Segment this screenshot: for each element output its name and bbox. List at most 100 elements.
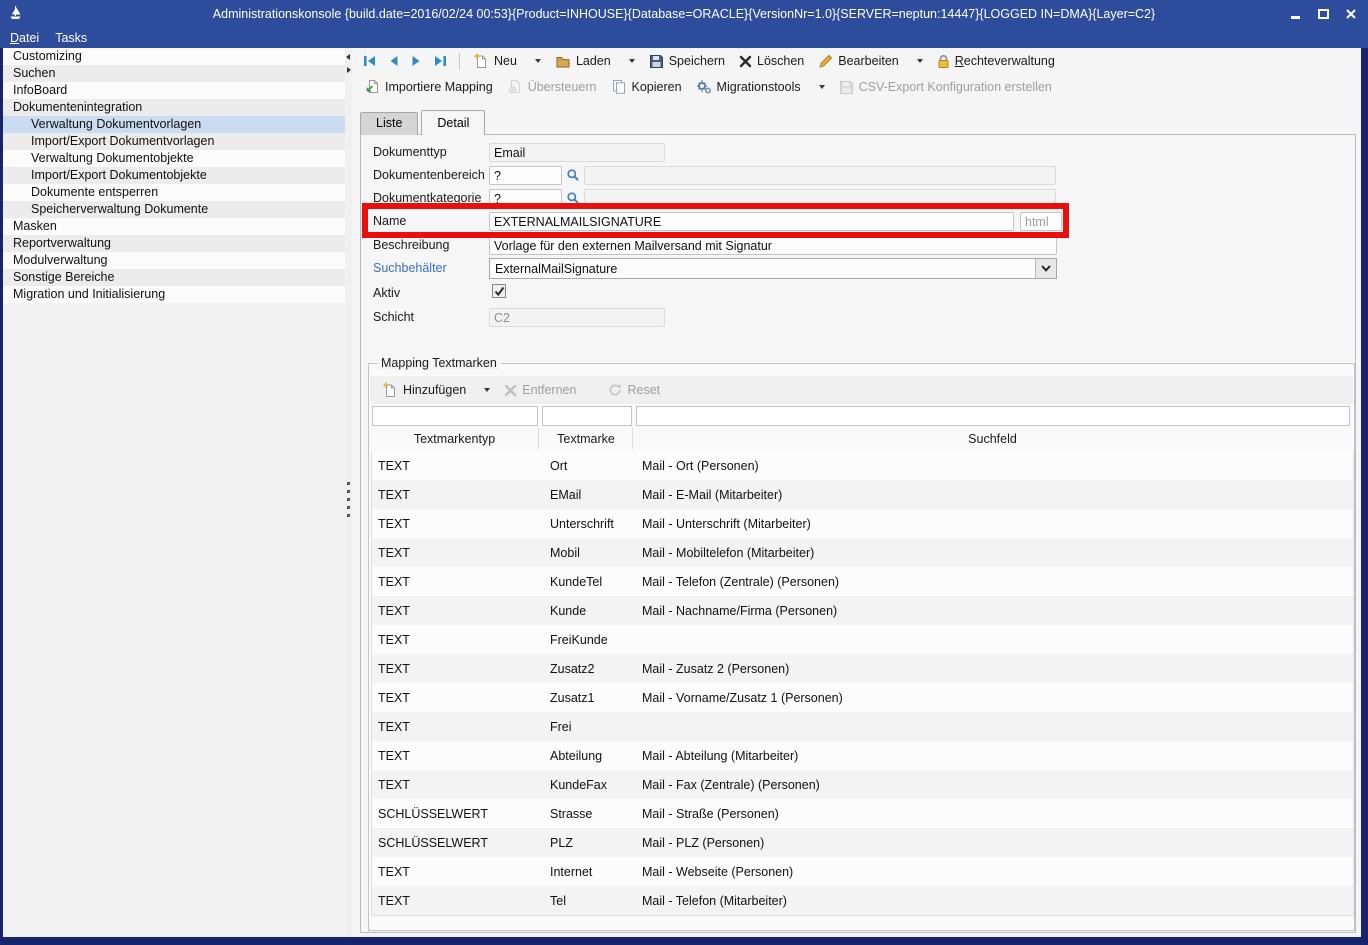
schicht-field (489, 308, 665, 327)
cell-textmarkentyp: TEXT (372, 546, 544, 560)
sidebar-item[interactable]: Dokumente entsperren (3, 184, 345, 201)
cell-suchfeld: Mail - Webseite (Personen) (636, 865, 1353, 879)
chevron-down-icon (819, 85, 825, 89)
sidebar-item[interactable]: Suchen (3, 65, 345, 82)
table-row[interactable]: SCHLÜSSELWERT PLZ Mail - PLZ (Personen) (372, 828, 1353, 857)
dokumentenbereich-search-icon[interactable] (566, 168, 580, 185)
cell-textmarkentyp: TEXT (372, 517, 544, 531)
filter-textmarke-input[interactable] (542, 406, 632, 426)
table-row[interactable]: TEXT Ort Mail - Ort (Personen) (372, 451, 1353, 480)
sidebar-item[interactable]: Import/Export Dokumentobjekte (3, 167, 345, 184)
aktiv-checkbox[interactable] (492, 284, 506, 298)
kopieren-button[interactable]: Kopieren (604, 76, 689, 98)
column-header-suchfeld[interactable]: Suchfeld (634, 428, 1351, 449)
hinzufuegen-dropdown[interactable] (473, 385, 497, 395)
sidebar-item[interactable]: Reportverwaltung (3, 235, 345, 252)
sidebar-item[interactable]: Migration und Initialisierung (3, 286, 345, 303)
table-row[interactable]: TEXT Zusatz1 Mail - Vorname/Zusatz 1 (Pe… (372, 683, 1353, 712)
cell-textmarke: Unterschrift (544, 517, 636, 531)
table-row[interactable]: TEXT Unterschrift Mail - Unterschrift (M… (372, 509, 1353, 538)
bearbeiten-dropdown[interactable] (906, 56, 930, 66)
column-header-textmarke[interactable]: Textmarke (540, 428, 633, 449)
override-document-icon (507, 79, 523, 95)
migrationstools-button[interactable]: Migrationstools (689, 76, 808, 98)
splitter-handle[interactable] (345, 48, 352, 937)
rechteverwaltung-button[interactable]: Rechteverwaltung (930, 51, 1062, 72)
minimize-icon[interactable] (1288, 7, 1302, 21)
beschreibung-field[interactable] (489, 236, 1057, 255)
loeschen-button[interactable]: Löschen (732, 51, 811, 71)
previous-record-icon (387, 54, 400, 68)
cell-textmarkentyp: TEXT (372, 662, 544, 676)
name-field[interactable] (489, 212, 1014, 231)
suchbehaelter-combobox[interactable]: ExternalMailSignature (489, 258, 1057, 279)
close-icon[interactable] (1344, 7, 1358, 21)
sidebar-item[interactable]: Customizing (3, 48, 345, 65)
dokumentkategorie-search-icon[interactable] (566, 191, 580, 208)
table-row[interactable]: TEXT Zusatz2 Mail - Zusatz 2 (Personen) (372, 654, 1353, 683)
neu-dropdown[interactable] (524, 56, 548, 66)
maximize-icon[interactable] (1316, 7, 1330, 21)
speichern-button[interactable]: Speichern (642, 51, 732, 72)
cell-textmarke: Internet (544, 865, 636, 879)
combobox-arrow-button[interactable] (1035, 259, 1056, 278)
sidebar-item[interactable]: Speicherverwaltung Dokumente (3, 201, 345, 218)
neu-button[interactable]: Neu (466, 50, 524, 72)
dokumenttyp-field[interactable] (489, 143, 665, 162)
sidebar-item[interactable]: Dokumentenintegration (3, 99, 345, 116)
reset-refresh-icon (608, 383, 622, 397)
tab-liste[interactable]: Liste (360, 112, 418, 135)
nav-last-button[interactable] (428, 51, 453, 71)
reset-button[interactable]: Reset (601, 380, 667, 400)
migrationstools-dropdown[interactable] (808, 82, 832, 92)
menu-datei[interactable]: Datei (10, 31, 39, 45)
table-row[interactable]: TEXT Internet Mail - Webseite (Personen) (372, 857, 1353, 886)
sidebar-item[interactable]: Masken (3, 218, 345, 235)
table-row[interactable]: TEXT FreiKunde (372, 625, 1353, 654)
uebersteuern-button[interactable]: Übersteuern (500, 76, 604, 98)
bearbeiten-button[interactable]: Bearbeiten (811, 51, 905, 72)
laden-button[interactable]: Laden (548, 51, 618, 72)
cell-textmarke: Mobil (544, 546, 636, 560)
menu-tasks[interactable]: Tasks (55, 31, 87, 45)
filter-textmarkentyp-input[interactable] (372, 406, 538, 426)
cell-suchfeld: Mail - Unterschrift (Mitarbeiter) (636, 517, 1353, 531)
column-header-textmarkentyp[interactable]: Textmarkentyp (371, 428, 539, 449)
collapse-left-icon[interactable] (346, 54, 350, 60)
filter-suchfeld-input[interactable] (636, 406, 1350, 426)
table-row[interactable]: TEXT EMail Mail - E-Mail (Mitarbeiter) (372, 480, 1353, 509)
collapse-right-icon[interactable] (347, 67, 351, 73)
table-row[interactable]: TEXT Frei (372, 712, 1353, 741)
dokumentenbereich-field[interactable] (489, 166, 562, 185)
cell-textmarke: Tel (544, 894, 636, 908)
secondary-toolbar: Importiere Mapping Übersteuern Kopieren (352, 74, 1361, 100)
table-row[interactable]: TEXT Mobil Mail - Mobiltelefon (Mitarbei… (372, 538, 1353, 567)
sidebar-item[interactable]: Import/Export Dokumentvorlagen (3, 133, 345, 150)
remove-x-icon (504, 384, 517, 397)
table-row[interactable]: SCHLÜSSELWERT Strasse Mail - Straße (Per… (372, 799, 1353, 828)
table-row[interactable]: TEXT KundeTel Mail - Telefon (Zentrale) … (372, 567, 1353, 596)
sidebar-item[interactable]: Verwaltung Dokumentobjekte (3, 150, 345, 167)
importiere-mapping-button[interactable]: Importiere Mapping (357, 76, 500, 98)
sidebar-item[interactable]: Modulverwaltung (3, 252, 345, 269)
hinzufuegen-button[interactable]: Hinzufügen (375, 379, 473, 401)
laden-dropdown[interactable] (618, 56, 642, 66)
nav-first-button[interactable] (357, 51, 382, 71)
sidebar-item[interactable]: Sonstige Bereiche (3, 269, 345, 286)
csv-export-button[interactable]: CSV-Export Konfiguration erstellen (832, 77, 1059, 98)
cell-textmarkentyp: TEXT (372, 720, 544, 734)
suchbehaelter-label[interactable]: Suchbehälter (373, 261, 447, 275)
sidebar-item[interactable]: InfoBoard (3, 82, 345, 99)
tab-detail[interactable]: Detail (421, 110, 485, 135)
table-row[interactable]: TEXT Abteilung Mail - Abteilung (Mitarbe… (372, 741, 1353, 770)
table-row[interactable]: TEXT Kunde Mail - Nachname/Firma (Person… (372, 596, 1353, 625)
table-row[interactable]: TEXT KundeFax Mail - Fax (Zentrale) (Per… (372, 770, 1353, 799)
next-record-icon (410, 54, 423, 68)
table-row[interactable]: TEXT Tel Mail - Telefon (Mitarbeiter) (372, 886, 1353, 915)
nav-previous-button[interactable] (382, 51, 405, 71)
nav-next-button[interactable] (405, 51, 428, 71)
sidebar-item[interactable]: Verwaltung Dokumentvorlagen (3, 116, 345, 133)
entfernen-button[interactable]: Entfernen (497, 380, 583, 400)
menu-bar: Datei Tasks (0, 28, 1368, 48)
dokumentkategorie-field[interactable] (489, 189, 562, 208)
